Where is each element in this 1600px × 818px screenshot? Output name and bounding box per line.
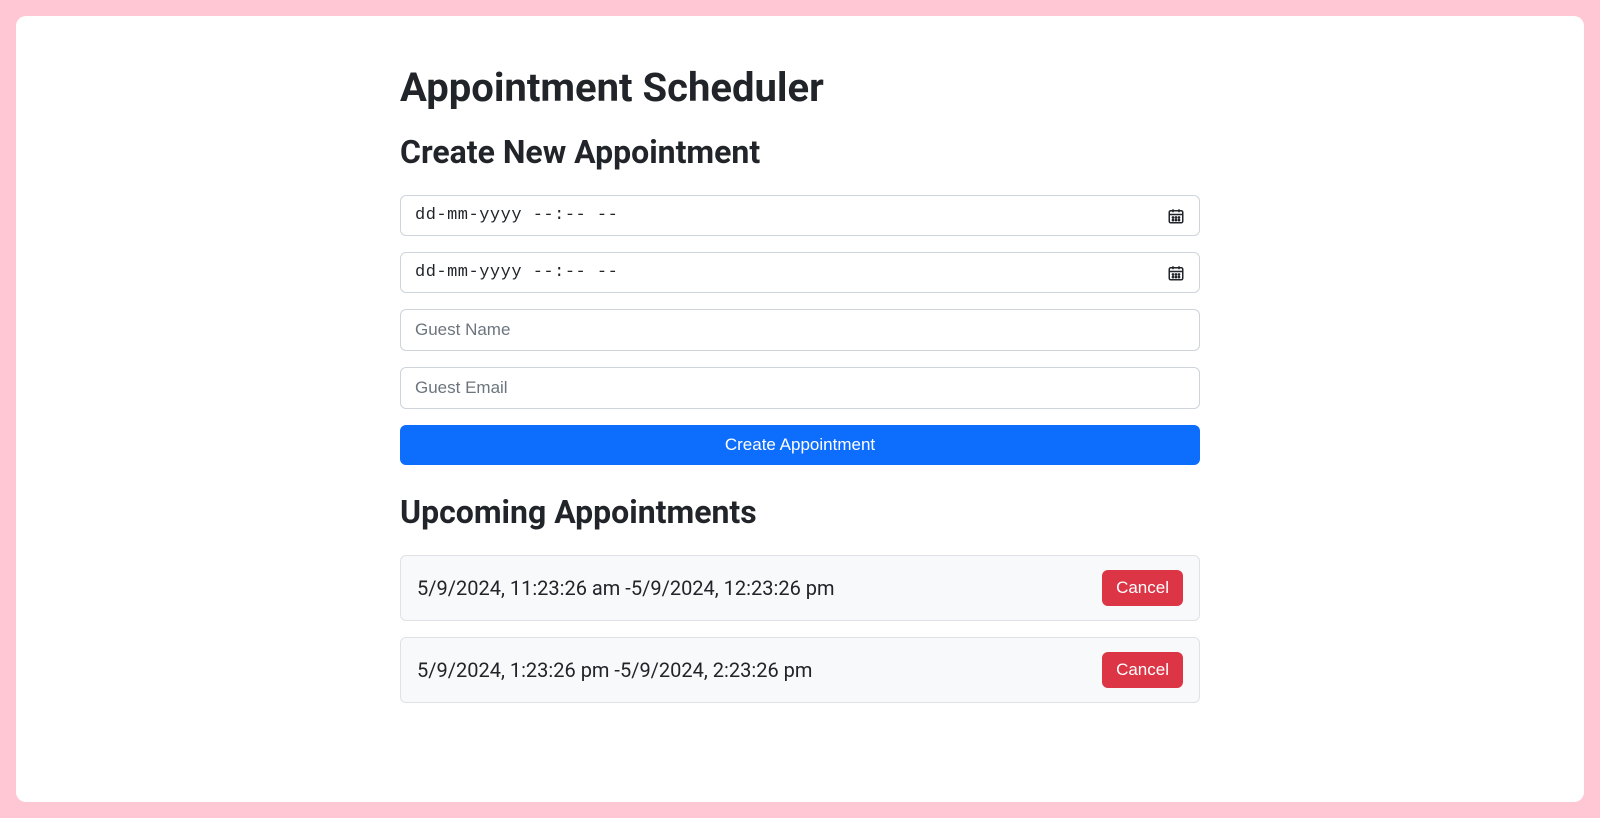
main-container: Appointment Scheduler Create New Appoint… bbox=[400, 64, 1200, 703]
guest-email-input[interactable] bbox=[400, 367, 1200, 409]
cancel-button[interactable]: Cancel bbox=[1102, 652, 1183, 688]
app-frame: Appointment Scheduler Create New Appoint… bbox=[16, 16, 1584, 802]
guest-name-input[interactable] bbox=[400, 309, 1200, 351]
guest-name-group bbox=[400, 309, 1200, 351]
start-datetime-input[interactable]: dd-mm-yyyy --:-- -- bbox=[400, 195, 1200, 236]
appointment-item: 5/9/2024, 11:23:26 am -5/9/2024, 12:23:2… bbox=[400, 555, 1200, 621]
end-datetime-input[interactable]: dd-mm-yyyy --:-- -- bbox=[400, 252, 1200, 293]
appointment-item: 5/9/2024, 1:23:26 pm -5/9/2024, 2:23:26 … bbox=[400, 637, 1200, 703]
guest-email-group bbox=[400, 367, 1200, 409]
cancel-button[interactable]: Cancel bbox=[1102, 570, 1183, 606]
upcoming-heading: Upcoming Appointments bbox=[400, 493, 1200, 531]
appointment-text: 5/9/2024, 11:23:26 am -5/9/2024, 12:23:2… bbox=[417, 576, 835, 600]
end-datetime-group: dd-mm-yyyy --:-- -- bbox=[400, 252, 1200, 293]
end-datetime-placeholder: dd-mm-yyyy --:-- -- bbox=[415, 263, 1167, 282]
calendar-icon[interactable] bbox=[1167, 264, 1185, 282]
page-title: Appointment Scheduler bbox=[400, 64, 1200, 111]
create-heading: Create New Appointment bbox=[400, 133, 1200, 171]
start-datetime-group: dd-mm-yyyy --:-- -- bbox=[400, 195, 1200, 236]
appointment-text: 5/9/2024, 1:23:26 pm -5/9/2024, 2:23:26 … bbox=[417, 658, 812, 682]
start-datetime-placeholder: dd-mm-yyyy --:-- -- bbox=[415, 206, 1167, 225]
create-appointment-button[interactable]: Create Appointment bbox=[400, 425, 1200, 465]
calendar-icon[interactable] bbox=[1167, 207, 1185, 225]
